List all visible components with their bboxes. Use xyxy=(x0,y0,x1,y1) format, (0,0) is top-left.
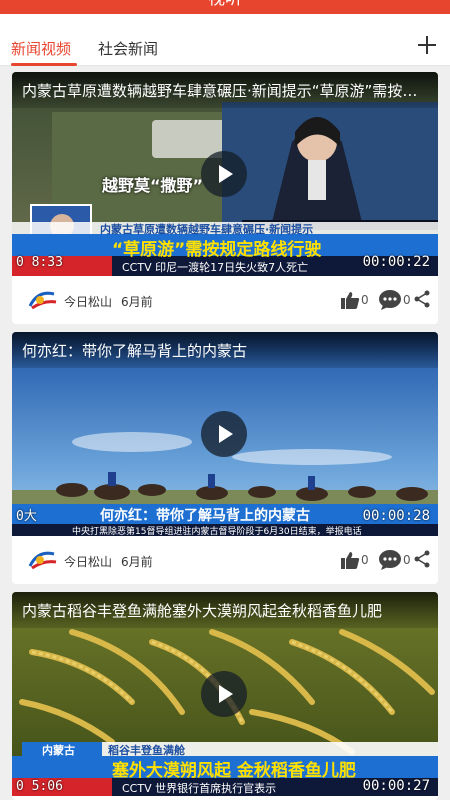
video-duration: 00:00:28 xyxy=(362,508,430,524)
video-card[interactable]: 内蒙古稻谷丰登鱼满舱塞外大漠朔风起金秋稻香鱼儿肥 内蒙古 稻谷丰登鱼满舱 塞外大… xyxy=(12,592,438,800)
video-thumbnail[interactable]: 内蒙古稻谷丰登鱼满舱塞外大漠朔风起金秋稻香鱼儿肥 内蒙古 稻谷丰登鱼满舱 塞外大… xyxy=(12,592,438,796)
main-caption: “草原游”需按规定路线行驶 xyxy=(112,240,322,260)
post-time: 6月前 xyxy=(121,555,153,569)
comment-icon[interactable] xyxy=(378,289,402,311)
video-card[interactable]: 内蒙古草原遭数辆越野车肆意碾压·新闻提示“草原游”需按规定路线行驶 越野莫“撒野… xyxy=(12,72,438,324)
card-meta: 今日松山 6月前 0 0 xyxy=(12,536,438,584)
channel-clock: 0 8:33 xyxy=(16,255,63,270)
source-name: 今日松山 xyxy=(64,555,113,569)
main-caption: 何亦红：带你了解马背上的内蒙古 xyxy=(100,508,310,524)
ticker-text: CCTV 世界银行首席执行官表示 xyxy=(122,782,277,795)
tab-social-news[interactable]: 社会新闻 xyxy=(98,38,158,59)
active-tab-indicator xyxy=(11,63,77,66)
source-logo-icon xyxy=(28,551,57,570)
source-name: 今日松山 xyxy=(64,295,113,309)
add-channel-icon[interactable] xyxy=(416,34,438,56)
thumbs-up-icon[interactable] xyxy=(340,550,360,570)
share-icon[interactable] xyxy=(413,550,431,568)
video-thumbnail[interactable]: 何亦红：带你了解马背上的内蒙古 何亦红：带你了解马背上的内蒙古 中央打黑除恶第1… xyxy=(12,332,438,536)
comment-count: 0 xyxy=(403,553,411,567)
video-title: 何亦红：带你了解马背上的内蒙古 xyxy=(12,332,438,368)
post-time: 6月前 xyxy=(121,295,153,309)
share-icon[interactable] xyxy=(413,290,431,308)
video-duration: 00:00:27 xyxy=(362,778,430,794)
play-button[interactable] xyxy=(201,671,247,717)
video-card[interactable]: 何亦红：带你了解马背上的内蒙古 何亦红：带你了解马背上的内蒙古 中央打黑除恶第1… xyxy=(12,332,438,584)
play-button[interactable] xyxy=(201,411,247,457)
card-meta: 今日松山 6月前 0 0 xyxy=(12,276,438,324)
main-caption: 塞外大漠朔风起 金秋稻香鱼儿肥 xyxy=(112,761,356,781)
app-header: 视听 xyxy=(0,0,450,14)
tab-news-video[interactable]: 新闻视频 xyxy=(11,38,71,59)
region-label: 内蒙古 xyxy=(42,744,75,757)
comment-icon[interactable] xyxy=(378,549,402,571)
channel-clock: 0大 xyxy=(16,509,37,524)
comment-count: 0 xyxy=(403,293,411,307)
inset-caption: 越野莫“撒野” xyxy=(102,176,204,195)
thumbs-up-icon[interactable] xyxy=(340,290,360,310)
ticker-text: CCTV 印尼一渡轮17日失火致7人死亡 xyxy=(122,261,309,274)
header-title: 视听 xyxy=(208,0,242,8)
ticker-text: 中央打黑除恶第15督导组进驻内蒙古督导阶段于6月30日结束，举报电话 xyxy=(72,527,362,536)
video-duration: 00:00:22 xyxy=(362,254,430,270)
like-count: 0 xyxy=(361,293,369,307)
source-logo-icon xyxy=(28,291,57,310)
like-count: 0 xyxy=(361,553,369,567)
video-thumbnail[interactable]: 内蒙古草原遭数辆越野车肆意碾压·新闻提示“草原游”需按规定路线行驶 越野莫“撒野… xyxy=(12,72,438,276)
video-title: 内蒙古草原遭数辆越野车肆意碾压·新闻提示“草原游”需按规定路线行驶 xyxy=(12,72,438,108)
channel-clock: 0 5:06 xyxy=(16,779,63,794)
video-title: 内蒙古稻谷丰登鱼满舱塞外大漠朔风起金秋稻香鱼儿肥 xyxy=(12,592,438,628)
play-button[interactable] xyxy=(201,151,247,197)
tab-bar: 新闻视频 社会新闻 xyxy=(0,14,450,66)
